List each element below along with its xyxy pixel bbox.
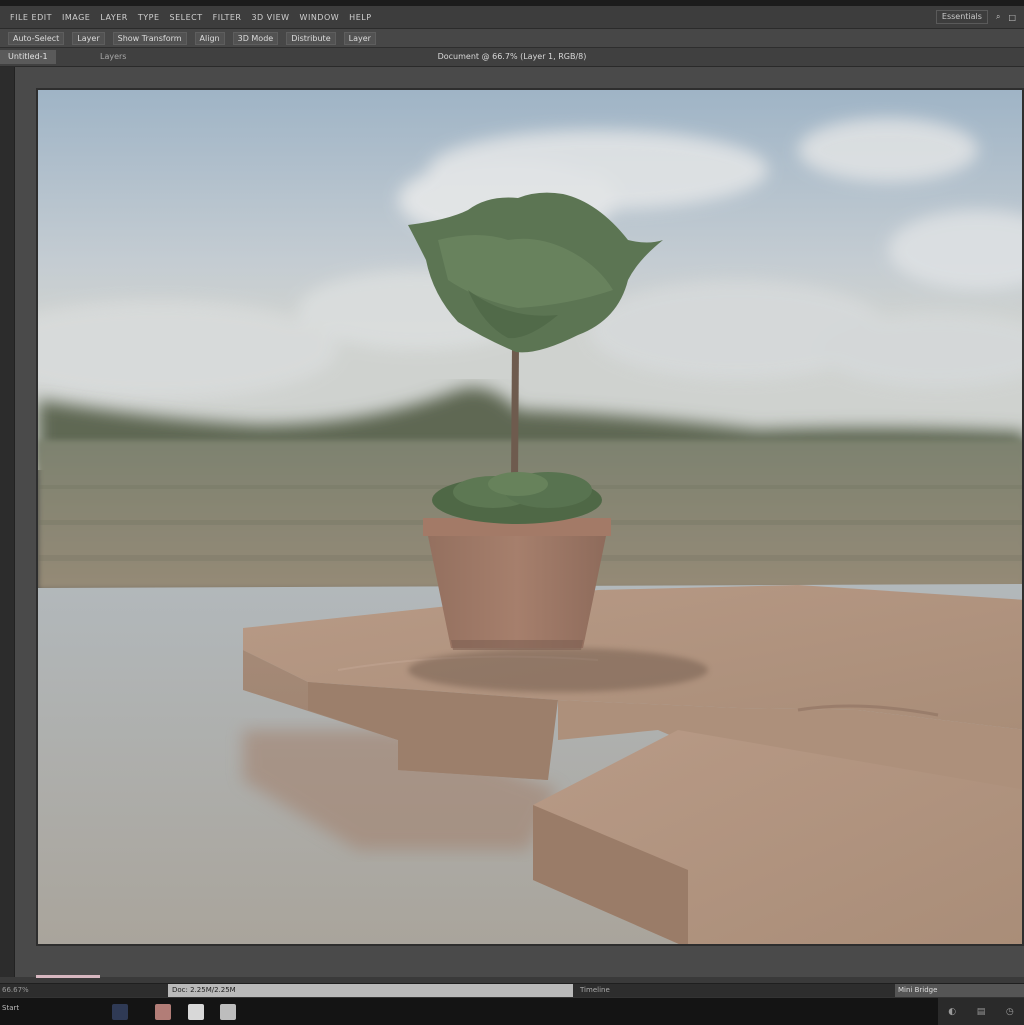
menu-file[interactable]: FILE EDIT — [10, 13, 52, 22]
scene-image — [38, 90, 1022, 944]
image-canvas[interactable] — [36, 88, 1024, 946]
flower-pot — [423, 518, 611, 650]
menu-layer[interactable]: LAYER — [100, 13, 128, 22]
mini-bridge-label[interactable]: Mini Bridge — [895, 984, 1024, 997]
option-show-transform[interactable]: Show Transform — [112, 31, 187, 45]
tray-clock-icon[interactable]: ◷ — [1006, 1007, 1014, 1017]
timeline-label[interactable]: Timeline — [580, 984, 610, 997]
search-icon[interactable]: ⌕ — [996, 12, 1000, 22]
menu-3d-view[interactable]: 3D VIEW — [251, 13, 289, 22]
document-info: Doc: 2.25M/2.25M — [168, 984, 573, 997]
system-tray: ◐ ▤ ◷ — [938, 998, 1024, 1025]
tree-trunk — [511, 345, 519, 480]
option-layer-2[interactable]: Layer — [343, 31, 376, 45]
menu-image[interactable]: IMAGE — [62, 13, 90, 22]
option-3d-mode[interactable]: 3D Mode — [232, 31, 279, 45]
tray-network-icon[interactable]: ▤ — [977, 1007, 986, 1017]
status-bar: 66.67% Doc: 2.25M/2.25M Timeline Mini Br… — [0, 983, 1024, 997]
pot-shadow — [408, 648, 708, 692]
option-layer[interactable]: Layer — [72, 31, 105, 45]
option-distribute[interactable]: Distribute — [286, 31, 336, 45]
menu-select[interactable]: SELECT — [170, 13, 203, 22]
zoom-level[interactable]: 66.67% — [2, 984, 29, 997]
document-tab-bar: Document @ 66.7% (Layer 1, RGB/8) Untitl… — [0, 48, 1024, 67]
tools-panel[interactable] — [0, 67, 15, 977]
tray-volume-icon[interactable]: ◐ — [948, 1007, 956, 1017]
menubar-right: Essentials ⌕ □ — [935, 6, 1016, 28]
taskbar: Start ◐ ▤ ◷ — [0, 997, 1024, 1025]
app-icon[interactable] — [220, 1004, 236, 1020]
option-align[interactable]: Align — [194, 31, 225, 45]
start-button[interactable]: Start — [2, 1004, 19, 1012]
horizontal-scroll-indicator[interactable] — [36, 975, 100, 978]
option-auto-select[interactable]: Auto-Select — [8, 31, 65, 45]
file-icon[interactable] — [155, 1004, 171, 1020]
menu-help[interactable]: HELP — [349, 13, 371, 22]
tab-active-document[interactable]: Untitled-1 — [0, 50, 56, 64]
menu-bar: FILE EDIT IMAGE LAYER TYPE SELECT FILTER… — [0, 6, 1024, 29]
window-icon[interactable]: □ — [1008, 13, 1016, 22]
menu-window[interactable]: WINDOW — [300, 13, 340, 22]
photoshop-icon[interactable] — [112, 1004, 128, 1020]
workspace-switcher[interactable]: Essentials — [935, 10, 988, 24]
menu-filter[interactable]: FILTER — [213, 13, 242, 22]
menu-type[interactable]: TYPE — [138, 13, 160, 22]
options-bar: Auto-Select Layer Show Transform Align 3… — [0, 29, 1024, 48]
note-icon[interactable] — [188, 1004, 204, 1020]
tab-layers[interactable]: Layers — [100, 50, 126, 64]
document-title: Document @ 66.7% (Layer 1, RGB/8) — [437, 52, 587, 61]
